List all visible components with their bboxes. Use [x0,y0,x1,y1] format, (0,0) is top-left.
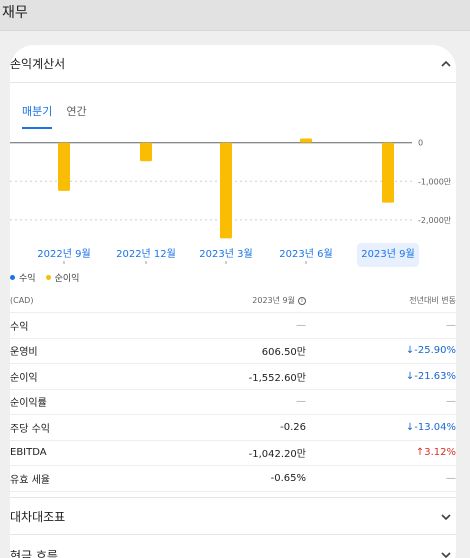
legend-dot-revenue [10,275,15,280]
financial-table: (CAD) 2023년 9월 i 전년대비 변동 수익 — — 운영비 606.50만 ↓-… [10,289,456,492]
x-label-quarter[interactable]: 2022년 9월 [33,243,95,267]
balance-sheet-header[interactable]: 대차대조표 [10,497,456,535]
cash-flow-header[interactable]: 현금 흐름 [10,536,456,558]
table-row: 수익 — — [10,313,456,339]
table-row: EBITDA -1,042.20만 ↑3.12% [10,441,456,466]
x-label-quarter[interactable]: 2022년 12월 [115,243,177,267]
row-change: — [446,319,456,331]
row-change: ↑3.12% [415,447,456,459]
row-label: 주당 수익 [10,423,50,435]
legend-item-net-income: 순이익 [45,271,80,284]
x-label-quarter[interactable]: 2023년 3월 [195,243,257,267]
currency-label: (CAD) [10,296,34,305]
table-row: 운영비 606.50만 ↓-25.90% [10,339,456,364]
balance-sheet-title: 대차대조표 [10,509,66,524]
row-change: ↓-13.04% [405,421,456,433]
table-row: 유효 세율 -0.65% — [10,466,456,492]
table-header: (CAD) 2023년 9월 i 전년대비 변동 [10,289,456,313]
bar-net-income[interactable] [220,142,232,239]
row-value: -0.65% [270,472,306,484]
page-heading: 재무 [2,5,28,21]
row-change: ↓-25.90% [405,345,456,357]
legend-label-revenue: 수익 [19,274,36,284]
change-header: 전년대비 변동 [409,296,456,305]
period-tabs: 매분기 연간 [22,103,87,129]
chevron-down-icon[interactable] [440,511,452,523]
chevron-up-icon[interactable] [440,58,452,70]
row-value: -0.26 [280,421,306,433]
row-label: 운영비 [10,347,38,359]
y-tick-label: -2,000만 [418,216,452,225]
x-label-quarter[interactable]: 2023년 9월 [357,243,419,267]
income-statement-title: 손익계산서 [10,57,66,71]
row-label: 유효 세율 [10,474,50,486]
row-value: — [296,319,306,331]
row-value: -1,552.60만 [248,372,306,384]
y-tick-label: -1,000만 [418,177,452,186]
table-body: 수익 — — 운영비 606.50만 ↓-25.90% 순이익 -1,552.60만 ↓-21.… [10,313,456,492]
row-label: 순이익률 [10,398,47,410]
chevron-down-icon[interactable] [440,549,452,558]
row-value: — [296,396,306,408]
row-label: 수익 [10,321,29,333]
row-change: — [446,472,456,484]
row-change: — [446,396,456,408]
chart-x-labels: 2022년 9월 2022년 12월 2023년 3월 2023년 6월 2023년 9… [10,243,456,267]
income-statement-header[interactable]: 손익계산서 [10,45,456,83]
bar-net-income[interactable] [382,142,394,203]
row-change: ↓-21.63% [405,370,456,382]
bar-net-income[interactable] [140,142,152,162]
period-header-label: 2023년 9월 [252,296,295,305]
chart-legend: 수익 순이익 [10,271,79,284]
legend-label-net-income: 순이익 [54,274,80,284]
row-label: EBITDA [10,447,47,459]
financials-panel: 손익계산서 매분기 연간 0 -1,000만 -2,000만 2022년 9월 202… [10,45,456,558]
x-label-quarter[interactable]: 2023년 6월 [275,243,337,267]
row-value: 606.50만 [261,347,306,359]
cash-flow-title: 현금 흐름 [10,548,58,558]
financials-card: 손익계산서 매분기 연간 0 -1,000만 -2,000만 2022년 9월 202… [0,30,470,558]
bar-net-income[interactable] [300,138,312,143]
bar-net-income[interactable] [58,142,70,191]
table-row: 순이익 -1,552.60만 ↓-21.63% [10,364,456,390]
legend-dot-net-income [45,275,51,280]
row-value: -1,042.20만 [248,449,306,461]
table-row: 순이익률 — — [10,390,456,415]
table-row: 주당 수익 -0.26 ↓-13.04% [10,415,456,441]
info-icon[interactable]: i [298,296,306,305]
row-label: 순이익 [10,372,38,384]
y-tick-label: 0 [418,139,423,148]
tab-annual[interactable]: 연간 [66,103,86,129]
period-header: 2023년 9월 i [210,295,306,306]
legend-item-revenue: 수익 [10,271,36,284]
tab-quarterly[interactable]: 매분기 [22,103,53,129]
